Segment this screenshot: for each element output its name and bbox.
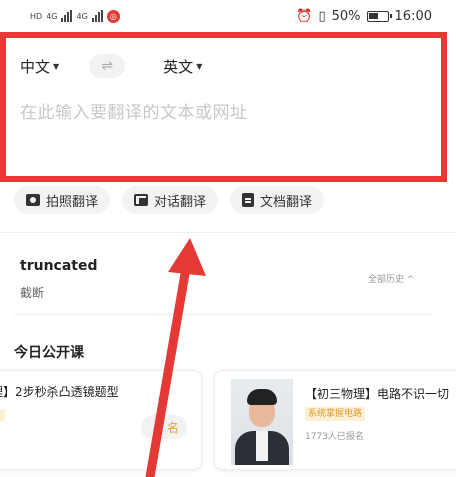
section-divider (0, 232, 456, 233)
translation-text-input[interactable]: 在此输入要翻译的文本或网址 (20, 98, 427, 123)
chevron-down-icon: ▼ (53, 61, 60, 71)
chat-icon (134, 194, 149, 206)
translation-input-card[interactable]: 中文 ▼ ⇌ 英文 ▼ 在此输入要翻译的文本或网址 (0, 32, 447, 182)
target-language-selector[interactable]: 英文 ▼ (163, 56, 202, 77)
course-tag (0, 409, 5, 421)
status-left: HD 4G 4G ◎ (30, 9, 120, 23)
enrolled-count: 1773人已报名 (305, 432, 364, 442)
all-history-link[interactable]: 全部历史 ^ (368, 272, 414, 285)
course-tag: 系统掌握电路 (305, 407, 366, 421)
signal-icon (61, 10, 73, 22)
chevron-down-icon: ▼ (196, 61, 203, 71)
document-icon (242, 193, 255, 207)
sim-label: HD (30, 11, 43, 21)
battery-percent: 50% (331, 8, 361, 24)
photo-translate-label: 拍照翻译 (46, 194, 99, 210)
language-selector-row: 中文 ▼ ⇌ 英文 ▼ (6, 38, 441, 78)
clock: 16:00 (394, 8, 432, 24)
status-bar: HD 4G 4G ◎ ⏰ ▯ 50% 16:00 (0, 0, 456, 32)
network-type-1: 4G (46, 11, 58, 21)
document-translate-button[interactable]: 文档翻译 (230, 186, 325, 214)
swap-languages-button[interactable]: ⇌ (89, 54, 126, 78)
source-language-label: 中文 (20, 57, 51, 76)
history-translation: 截断 (20, 286, 45, 300)
conversation-translate-button[interactable]: 对话翻译 (122, 186, 219, 214)
battery-icon (366, 10, 392, 22)
course-title: 【初三物理】电路不识一切 (305, 387, 450, 401)
vibrate-icon: ▯ (318, 8, 326, 24)
history-item[interactable]: truncated 截断 全部历史 ^ (0, 236, 456, 318)
translation-modes: 拍照翻译 对话翻译 文档翻译 (14, 186, 325, 214)
course-card[interactable]: 理】2步秒杀凸透镜题型 名 (0, 370, 202, 470)
target-language-label: 英文 (163, 57, 194, 76)
swap-icon: ⇌ (101, 58, 114, 74)
open-courses-title: 今日公开课 (14, 345, 84, 361)
enroll-button[interactable]: 名 (141, 415, 187, 439)
course-card[interactable]: 【初三物理】电路不识一切 系统掌握电路 1773人已报名 (214, 370, 456, 470)
course-title: 理】2步秒杀凸透镜题型 (0, 385, 119, 399)
notification-icon: ◎ (106, 9, 120, 23)
teacher-photo (231, 379, 293, 465)
history-divider (14, 314, 434, 315)
document-translate-label: 文档翻译 (260, 194, 313, 210)
signal-icon-2 (91, 10, 103, 22)
network-type-2: 4G (76, 11, 88, 21)
source-language-selector[interactable]: 中文 ▼ (20, 56, 59, 77)
camera-icon (26, 194, 40, 206)
photo-translate-button[interactable]: 拍照翻译 (14, 186, 111, 214)
conversation-translate-label: 对话翻译 (154, 194, 207, 210)
history-word: truncated (20, 258, 98, 274)
status-right: ⏰ ▯ 50% 16:00 (296, 9, 432, 24)
alarm-icon: ⏰ (296, 8, 313, 24)
